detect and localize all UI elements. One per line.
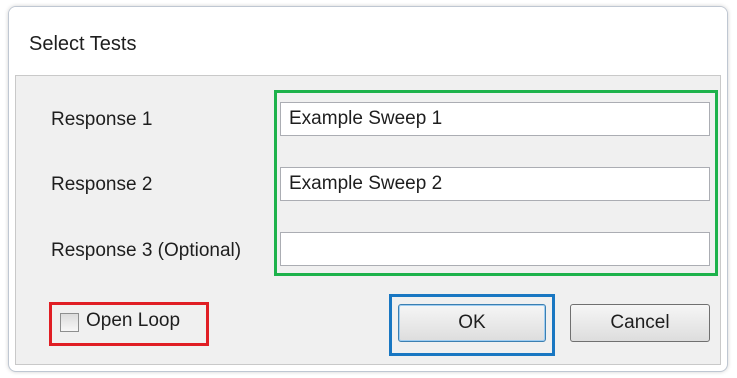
dialog-title: Select Tests xyxy=(29,33,137,55)
response-3-label: Response 3 (Optional) xyxy=(51,240,242,261)
response-3-input[interactable] xyxy=(280,232,710,266)
response-2-label: Response 2 xyxy=(51,174,153,195)
ok-button[interactable]: OK xyxy=(398,304,546,342)
response-1-input[interactable]: Example Sweep 1 xyxy=(280,102,710,136)
title-bar[interactable]: Select Tests xyxy=(9,7,727,77)
open-loop-checkbox[interactable] xyxy=(60,313,79,332)
cancel-button[interactable]: Cancel xyxy=(570,304,710,342)
select-tests-dialog: Select Tests Response 1 Example Sweep 1 … xyxy=(8,6,728,372)
dialog-body: Response 1 Example Sweep 1 Response 2 Ex… xyxy=(15,75,721,365)
response-2-input[interactable]: Example Sweep 2 xyxy=(280,167,710,201)
open-loop-label[interactable]: Open Loop xyxy=(86,310,180,332)
response-1-label: Response 1 xyxy=(51,109,153,130)
